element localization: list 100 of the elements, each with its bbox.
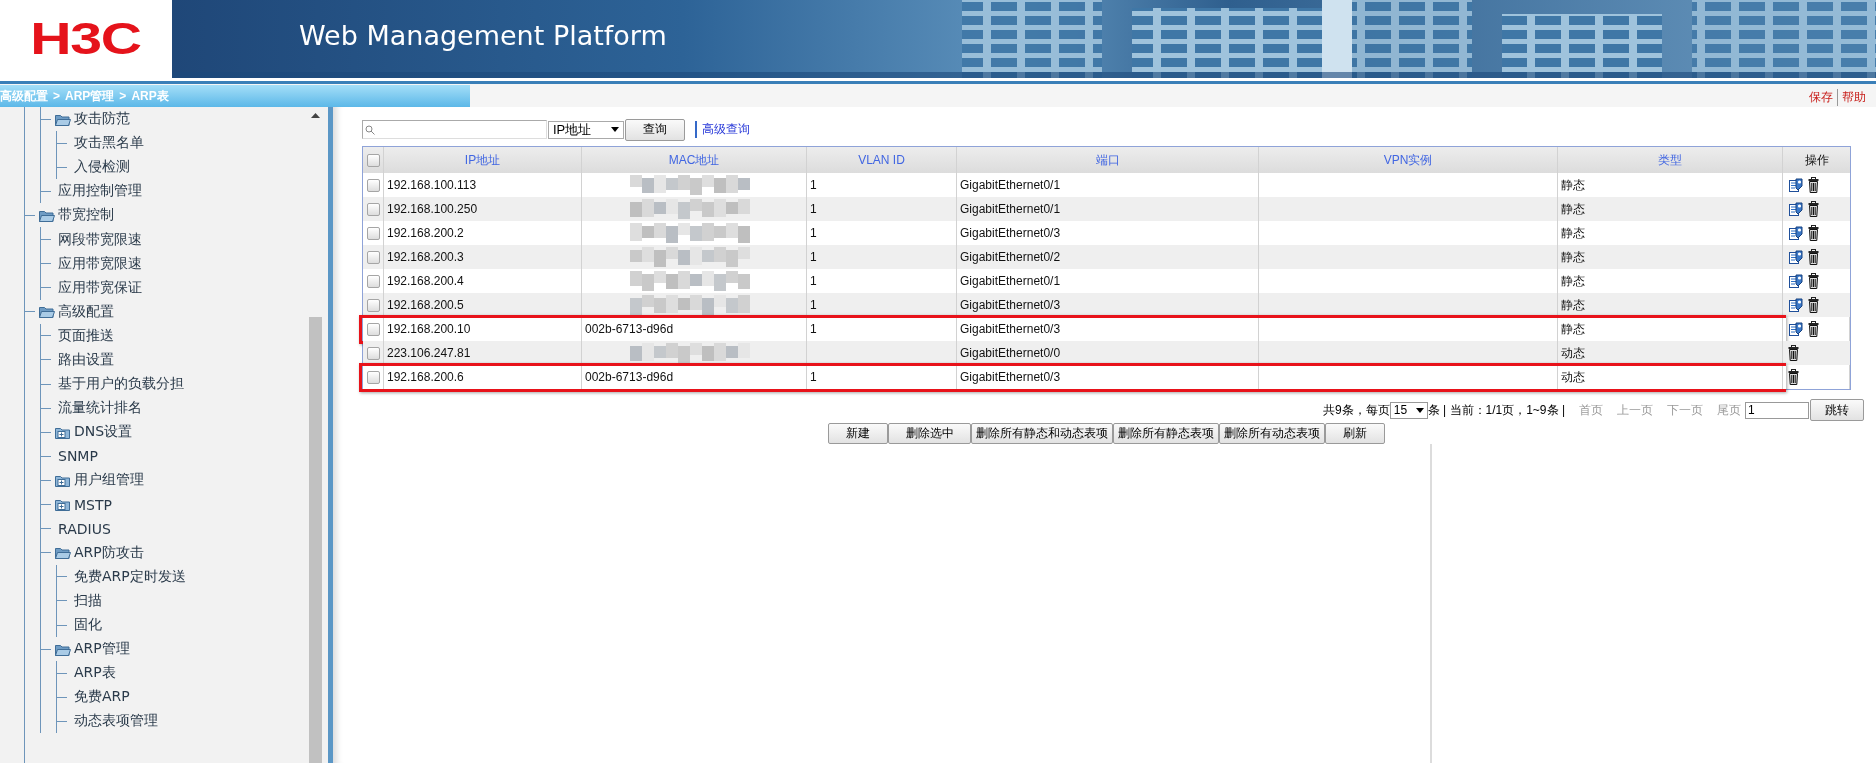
action-button[interactable]: 新建 <box>828 423 888 444</box>
tree-folder[interactable]: ARP管理 <box>71 640 130 659</box>
trash-icon[interactable] <box>1808 297 1819 313</box>
column-header[interactable]: IP地址 <box>464 151 501 169</box>
tree-item[interactable]: 免费ARP <box>71 688 130 707</box>
action-button[interactable]: 删除所有动态表项 <box>1219 423 1325 444</box>
checkbox[interactable] <box>366 153 380 167</box>
tree-item[interactable]: 固化 <box>71 616 102 634</box>
open-folder-icon[interactable] <box>55 546 71 560</box>
breadcrumb-separator: > <box>53 89 60 103</box>
table-cell: 1 <box>810 298 817 312</box>
folder-plus-icon[interactable] <box>55 473 71 487</box>
edit-icon[interactable] <box>1788 177 1804 193</box>
edit-icon[interactable] <box>1788 273 1804 289</box>
tree-item[interactable]: 入侵检测 <box>71 158 130 177</box>
page-size-dropdown[interactable]: 15 <box>1389 401 1428 419</box>
caret-icon <box>611 127 619 132</box>
search-button[interactable]: 查询 <box>625 118 685 141</box>
tree-item[interactable]: 应用带宽保证 <box>55 278 142 297</box>
go-button[interactable]: 跳转 <box>1810 399 1864 421</box>
table-cell: 静态 <box>1561 296 1585 314</box>
tree-item[interactable]: 攻击黑名单 <box>71 134 144 153</box>
trash-icon[interactable] <box>1808 249 1819 265</box>
header-link[interactable]: 帮助 <box>1837 88 1870 106</box>
table-cell: 1 <box>810 370 817 384</box>
tree-folder[interactable]: MSTP <box>71 496 112 513</box>
column-header[interactable]: VLAN ID <box>858 153 905 167</box>
open-folder-icon[interactable] <box>55 642 71 656</box>
advanced-search-link[interactable]: 高级查询 <box>695 121 750 138</box>
table-cell: 1 <box>810 322 817 336</box>
checkbox[interactable] <box>366 370 380 384</box>
edit-icon[interactable] <box>1788 201 1804 217</box>
search-field[interactable] <box>362 120 547 139</box>
tree-item[interactable]: 路由设置 <box>55 351 114 369</box>
column-header[interactable]: 类型 <box>1658 151 1682 169</box>
checkbox[interactable] <box>366 298 380 312</box>
open-folder-icon[interactable] <box>39 305 55 319</box>
header-link[interactable]: 保存 <box>1805 88 1837 106</box>
column-header[interactable]: VPN实例 <box>1383 151 1433 169</box>
tree-item[interactable]: 页面推送 <box>55 326 114 345</box>
column-header[interactable]: 端口 <box>1095 151 1120 169</box>
tree-item[interactable]: 免费ARP定时发送 <box>71 567 186 586</box>
scrollbar-thumb[interactable] <box>309 317 322 763</box>
tree-item[interactable]: 网段带宽限速 <box>55 230 142 249</box>
scroll-up-icon[interactable] <box>311 113 320 118</box>
tree-item[interactable]: 流量统计排名 <box>55 399 142 418</box>
checkbox[interactable] <box>366 202 380 216</box>
tree-item[interactable]: 扫描 <box>71 591 102 610</box>
folder-plus-icon[interactable] <box>55 425 71 439</box>
tree-item[interactable]: 基于用户的负载分担 <box>55 375 184 394</box>
column-header[interactable]: MAC地址 <box>668 151 720 169</box>
tree-folder[interactable]: 攻击防范 <box>71 110 130 129</box>
checkbox[interactable] <box>366 178 380 192</box>
action-button[interactable]: 删除所有静态和动态表项 <box>971 423 1113 444</box>
pager-link: 首页 <box>1579 401 1603 419</box>
checkbox[interactable] <box>366 346 380 360</box>
table-cell: GigabitEthernet0/3 <box>960 298 1061 312</box>
tree-folder[interactable]: 用户组管理 <box>71 471 144 490</box>
tree-item[interactable]: 应用带宽限速 <box>55 254 142 273</box>
tree-item[interactable]: 动态表项管理 <box>71 712 158 731</box>
tree-folder[interactable]: DNS设置 <box>71 423 133 442</box>
trash-icon[interactable] <box>1808 201 1819 217</box>
page-number-field[interactable]: 1 <box>1745 401 1809 419</box>
action-button[interactable]: 刷新 <box>1325 423 1385 444</box>
trash-icon[interactable] <box>1808 321 1819 337</box>
edit-icon[interactable] <box>1788 225 1804 241</box>
tree-folder[interactable]: 带宽控制 <box>55 206 114 225</box>
trash-icon[interactable] <box>1808 273 1819 289</box>
trash-icon[interactable] <box>1788 369 1799 385</box>
checkbox[interactable] <box>366 250 380 264</box>
trash-icon[interactable] <box>1808 177 1819 193</box>
action-button[interactable]: 删除选中 <box>888 423 971 444</box>
edit-icon[interactable] <box>1788 297 1804 313</box>
field-type-dropdown[interactable]: IP地址 <box>548 120 624 139</box>
table-cell: GigabitEthernet0/1 <box>960 202 1061 216</box>
tree-folder[interactable]: ARP防攻击 <box>71 543 144 562</box>
edit-icon[interactable] <box>1788 321 1804 337</box>
edit-icon[interactable] <box>1788 249 1804 265</box>
checkbox[interactable] <box>366 226 380 240</box>
checkbox[interactable] <box>366 274 380 288</box>
table-cell: 静态 <box>1561 320 1585 338</box>
tree-item[interactable]: SNMP <box>55 448 98 465</box>
open-folder-icon[interactable] <box>55 112 71 126</box>
trash-icon[interactable] <box>1788 345 1799 361</box>
caret-icon <box>1415 407 1424 413</box>
tree-item[interactable]: ARP表 <box>71 664 116 683</box>
tree-item[interactable]: 应用控制管理 <box>55 182 142 201</box>
table-cell: 静态 <box>1561 248 1585 266</box>
trash-icon[interactable] <box>1808 225 1819 241</box>
tree-item[interactable]: RADIUS <box>55 520 111 537</box>
action-button[interactable]: 删除所有静态表项 <box>1113 423 1219 444</box>
table-cell: GigabitEthernet0/2 <box>960 250 1061 264</box>
table-cell: 1 <box>810 250 817 264</box>
breadcrumb-separator: > <box>119 89 127 103</box>
table-cell: 223.106.247.81 <box>387 346 471 360</box>
table-cell: 动态 <box>1561 368 1585 386</box>
checkbox[interactable] <box>366 322 380 336</box>
tree-folder[interactable]: 高级配置 <box>55 302 114 321</box>
folder-plus-icon[interactable] <box>55 498 71 512</box>
open-folder-icon[interactable] <box>39 208 55 222</box>
